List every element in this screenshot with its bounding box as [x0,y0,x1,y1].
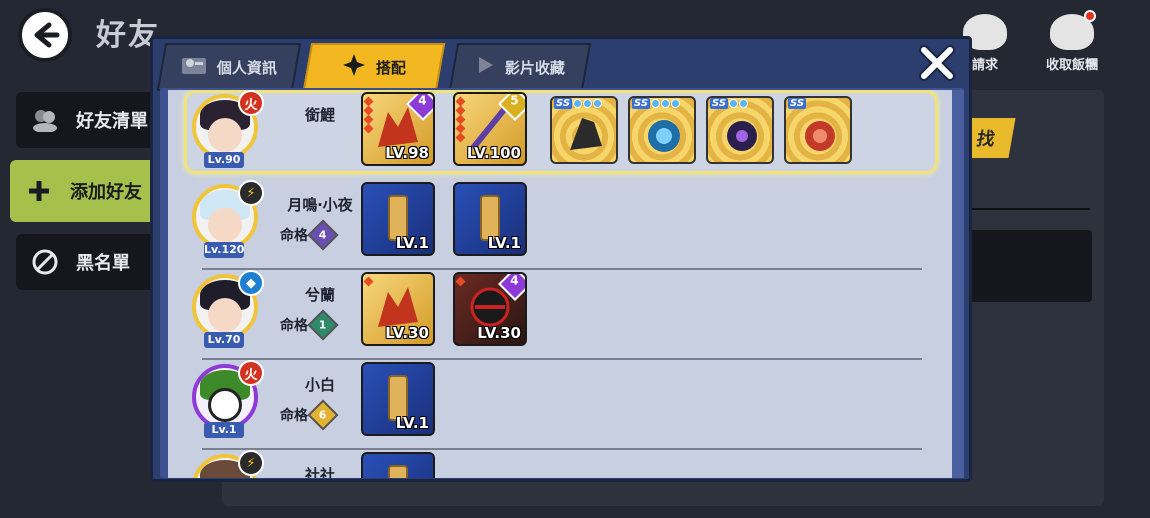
relic-card[interactable]: SS [628,96,696,164]
card-level: LV.1 [395,234,429,252]
arrow-left-icon [34,22,60,48]
thunder-element-icon: ⚡ [238,180,264,206]
sidebar-item-friend-list[interactable]: 好友清單 [16,92,166,148]
fate-gem-icon: 1 [307,309,339,341]
scrollbar[interactable] [952,90,964,478]
fate-rank: 命格 1 [280,309,339,341]
sidebar-item-add-friend[interactable]: 添加好友 [10,160,166,222]
level-badge: Lv.90 [204,152,244,168]
fate-label: 命格 [280,408,308,424]
back-button[interactable] [18,8,72,62]
loadout-list[interactable]: Lv.90 火 銜鯉 4 LV.98 5 LV.100 SS SS SS SS … [168,90,952,478]
card-level: LV.30 [477,324,521,342]
sidebar-item-label: 好友清單 [76,111,148,132]
sidebar-item-label: 黑名單 [76,253,130,274]
close-button[interactable] [916,42,958,84]
friend-requests-label: 請求 [971,58,998,73]
relic-card[interactable]: SS [784,96,852,164]
gauntlet-icon [570,118,602,150]
search-input[interactable] [960,230,1092,302]
fate-label: 命格 [280,318,308,334]
orb-creature-icon [648,120,680,152]
level-badge: Lv.120 [204,242,245,258]
card-level: LV.1 [395,414,429,432]
sparkle-icon [342,53,366,81]
level-badge: Lv.70 [204,332,244,348]
search-button-label: 找 [974,129,997,150]
card-level: LV.98 [385,144,429,162]
list-item[interactable]: Lv.120 ⚡ 月鳴‧小夜 命格 4 LV.1 LV.1 [168,180,952,270]
fate-label: 命格 [280,228,308,244]
weapon-card[interactable]: 4 LV.98 [361,92,435,166]
weapon-card[interactable]: LV.30 [361,272,435,346]
fire-element-icon: 火 [238,360,264,386]
fire-element-icon: 火 [238,90,264,116]
list-item[interactable]: Lv.1 火 小白 命格 6 LV.1 [168,360,952,450]
dark-ring-icon [727,121,757,151]
fate-rank: 命格 4 [280,219,339,251]
fate-gem-icon: 4 [307,219,339,251]
block-icon [30,247,60,277]
tab-personal-info[interactable]: 個人資訊 [156,43,302,91]
close-icon [919,45,955,81]
collect-riceball-label: 收取飯糰 [1045,58,1098,73]
card-level: LV.30 [385,324,429,342]
play-icon [475,55,495,79]
collect-riceball-button[interactable]: 收取飯糰 [1032,10,1112,73]
divider [960,208,1090,210]
thunder-element-icon: ⚡ [238,450,264,476]
relic-card[interactable]: SS [550,96,618,164]
list-item[interactable]: ⚡ 社社 [168,450,952,478]
weapon-card[interactable]: LV.1 [361,182,435,256]
notification-dot [1084,10,1096,22]
weapon-card[interactable]: 4 LV.30 [453,272,527,346]
list-item[interactable]: Lv.90 火 銜鯉 4 LV.98 5 LV.100 SS SS SS SS [168,90,952,180]
character-name: 社社 [304,466,335,478]
tab-label: 搭配 [375,58,406,77]
wooden-plaque-icon [388,465,408,478]
fate-rank: 命格 6 [280,399,339,431]
tab-loadout[interactable]: 搭配 [302,43,446,91]
friends-screen: 好友 請求 收取飯糰 好友清單 添加好友 黑名單 找 個人資訊 搭配 影片收藏 [0,0,1150,518]
character-name: 小白 [304,376,335,394]
weapon-card[interactable] [361,452,435,478]
relic-card[interactable]: SS [706,96,774,164]
weapon-card[interactable]: 5 LV.100 [453,92,527,166]
plus-icon [24,176,54,206]
tab-label: 影片收藏 [504,58,565,77]
red-gem-icon [805,121,835,151]
friends-icon [30,105,60,135]
weapon-card[interactable]: LV.1 [453,182,527,256]
card-level: LV.1 [487,234,521,252]
sidebar-item-blacklist[interactable]: 黑名單 [16,234,166,290]
card-level: LV.100 [466,144,521,162]
fate-gem-icon: 6 [307,399,339,431]
list-item[interactable]: Lv.70 ◆ 兮蘭 命格 1 LV.30 4 LV.30 [168,270,952,360]
character-name: 月鳴‧小夜 [287,196,353,214]
profile-card-icon [181,54,207,80]
tab-label: 個人資訊 [216,58,277,77]
riceball-icon [1050,10,1096,50]
level-badge: Lv.1 [204,422,244,438]
tab-video-collection[interactable]: 影片收藏 [448,43,592,91]
character-name: 兮蘭 [304,286,335,304]
sidebar-item-label: 添加好友 [70,182,142,203]
water-element-icon: ◆ [238,270,264,296]
character-name: 銜鯉 [304,106,335,124]
weapon-card[interactable]: LV.1 [361,362,435,436]
